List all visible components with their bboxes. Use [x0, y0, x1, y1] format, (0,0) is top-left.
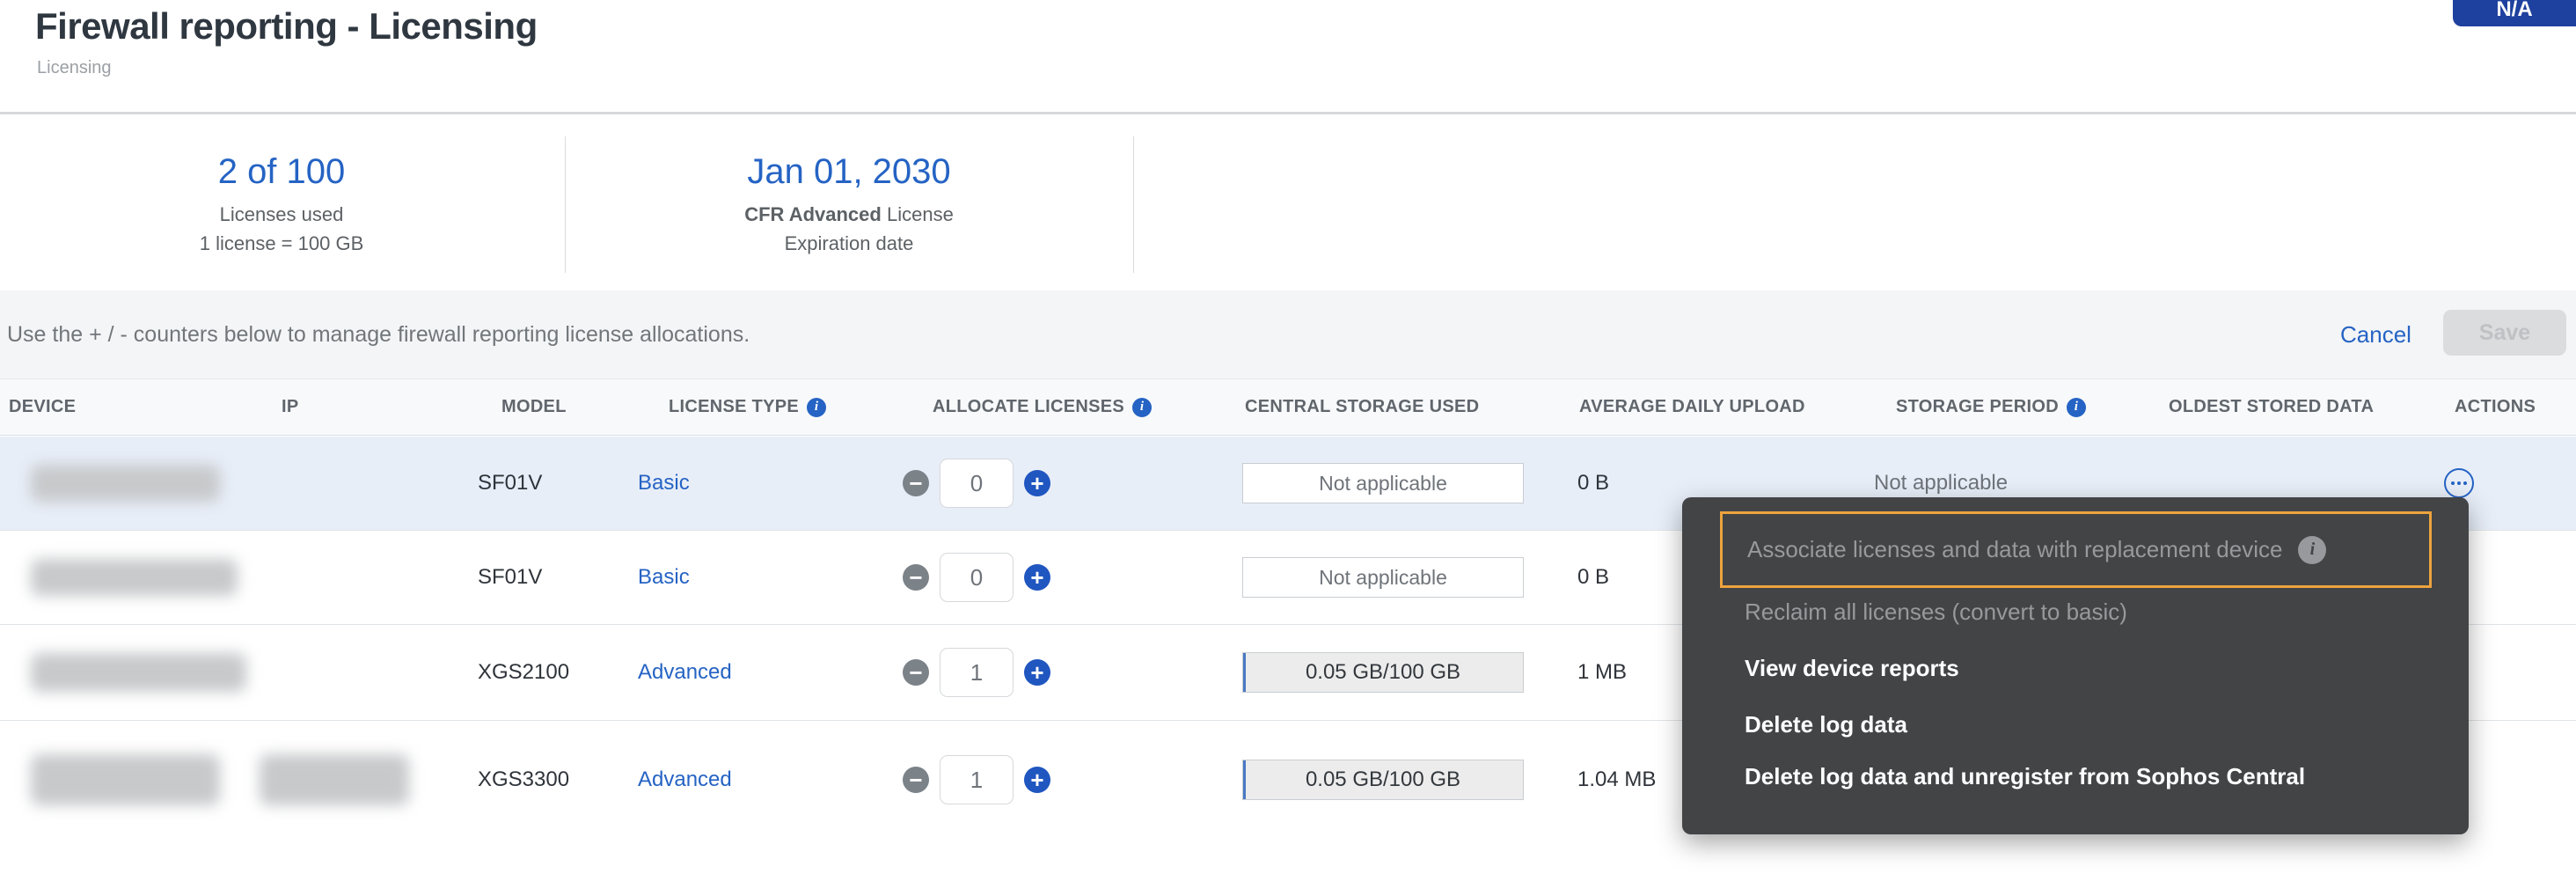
license-count-input[interactable] [940, 755, 1014, 804]
decrease-license-button[interactable]: − [903, 470, 929, 496]
license-type-link[interactable]: Basic [638, 437, 690, 530]
daily-upload-cell: 1 MB [1577, 625, 1627, 720]
model-cell: XGS3300 [478, 721, 569, 839]
license-count-input[interactable] [940, 648, 1014, 697]
firewall-licensing-page: Firewall reporting - Licensing Licensing… [0, 0, 2576, 896]
menu-item-view-device-reports[interactable]: View device reports [1682, 649, 2469, 687]
actions-context-menu: Associate licenses and data with replace… [1682, 497, 2469, 834]
allocation-toolbar: Use the + / - counters below to manage f… [0, 290, 2576, 378]
page-header: Firewall reporting - Licensing Licensing… [0, 0, 2576, 114]
info-icon[interactable]: i [2067, 398, 2086, 417]
breadcrumb: Licensing [37, 58, 112, 78]
license-type-link[interactable]: Advanced [638, 721, 732, 839]
increase-license-button[interactable]: + [1024, 659, 1050, 686]
table-header: DEVICE IP MODEL LICENSE TYPEi ALLOCATE L… [0, 378, 2576, 436]
decrease-license-button[interactable]: − [903, 564, 929, 591]
expiration-date-value: Jan 01, 2030 [747, 151, 950, 193]
expiration-date-card: Jan 01, 2030 CFR Advanced License Expira… [620, 117, 1078, 290]
info-icon[interactable]: i [2298, 536, 2326, 564]
increase-license-button[interactable]: + [1024, 470, 1050, 496]
license-type-link[interactable]: Advanced [638, 625, 732, 720]
device-name-redacted [31, 721, 220, 839]
central-storage-cell: Not applicable [1242, 531, 1524, 624]
license-summary: 2 of 100 Licenses used 1 license = 100 G… [0, 117, 2576, 290]
license-count-input[interactable] [940, 553, 1014, 602]
col-storage-period: STORAGE PERIODi [1896, 379, 2086, 435]
increase-license-button[interactable]: + [1024, 564, 1050, 591]
daily-upload-cell: 0 B [1577, 531, 1609, 624]
menu-item-reclaim-licenses[interactable]: Reclaim all licenses (convert to basic) [1682, 592, 2469, 631]
storage-progress-bar [1243, 760, 1246, 799]
allocate-stepper: − + [903, 625, 1050, 720]
instruction-text: Use the + / - counters below to manage f… [7, 290, 750, 378]
ip-redacted [260, 721, 409, 839]
col-allocate-licenses: ALLOCATE LICENSESi [933, 379, 1152, 435]
actions-ellipsis-icon[interactable] [2444, 468, 2474, 498]
menu-item-associate-replacement-device[interactable]: Associate licenses and data with replace… [1720, 511, 2432, 588]
model-cell: SF01V [478, 531, 542, 624]
device-name-redacted [31, 437, 220, 530]
central-storage-cell: 0.05 GB/100 GB [1242, 721, 1524, 839]
allocate-stepper: − + [903, 721, 1050, 839]
model-cell: SF01V [478, 437, 542, 530]
col-central-storage: CENTRAL STORAGE USED [1245, 379, 1479, 435]
divider [565, 136, 566, 273]
save-button[interactable]: Save [2443, 310, 2566, 356]
info-icon[interactable]: i [807, 398, 826, 417]
col-daily-upload: AVERAGE DAILY UPLOAD [1579, 379, 1805, 435]
allocate-stepper: − + [903, 437, 1050, 530]
license-count-input[interactable] [940, 459, 1014, 508]
info-icon[interactable]: i [1132, 398, 1152, 417]
decrease-license-button[interactable]: − [903, 659, 929, 686]
storage-progress-bar [1243, 653, 1246, 692]
license-type-link[interactable]: Basic [638, 531, 690, 624]
menu-item-delete-and-unregister[interactable]: Delete log data and unregister from Soph… [1682, 757, 2469, 796]
status-badge: N/A [2453, 0, 2576, 26]
cancel-button[interactable]: Cancel [2340, 290, 2411, 378]
col-actions: ACTIONS [2455, 379, 2536, 435]
col-license-type: LICENSE TYPEi [669, 379, 826, 435]
menu-item-delete-log-data[interactable]: Delete log data [1682, 705, 2469, 744]
licenses-used-value: 2 of 100 [218, 151, 346, 193]
page-title: Firewall reporting - Licensing [35, 5, 538, 48]
daily-upload-cell: 1.04 MB [1577, 721, 1656, 839]
divider [1133, 136, 1134, 273]
col-ip: IP [282, 379, 299, 435]
expiration-date-label: CFR Advanced License Expiration date [744, 200, 954, 258]
device-name-redacted [31, 531, 238, 624]
model-cell: XGS2100 [478, 625, 569, 720]
col-device: DEVICE [9, 379, 76, 435]
allocate-stepper: − + [903, 531, 1050, 624]
daily-upload-cell: 0 B [1577, 437, 1609, 530]
central-storage-cell: 0.05 GB/100 GB [1242, 625, 1524, 720]
licenses-used-card: 2 of 100 Licenses used 1 license = 100 G… [53, 117, 510, 290]
increase-license-button[interactable]: + [1024, 767, 1050, 793]
central-storage-cell: Not applicable [1242, 437, 1524, 530]
col-oldest-data: OLDEST STORED DATA [2169, 379, 2374, 435]
decrease-license-button[interactable]: − [903, 767, 929, 793]
col-model: MODEL [501, 379, 567, 435]
licenses-used-label: Licenses used 1 license = 100 GB [200, 200, 364, 258]
device-name-redacted [31, 625, 246, 720]
